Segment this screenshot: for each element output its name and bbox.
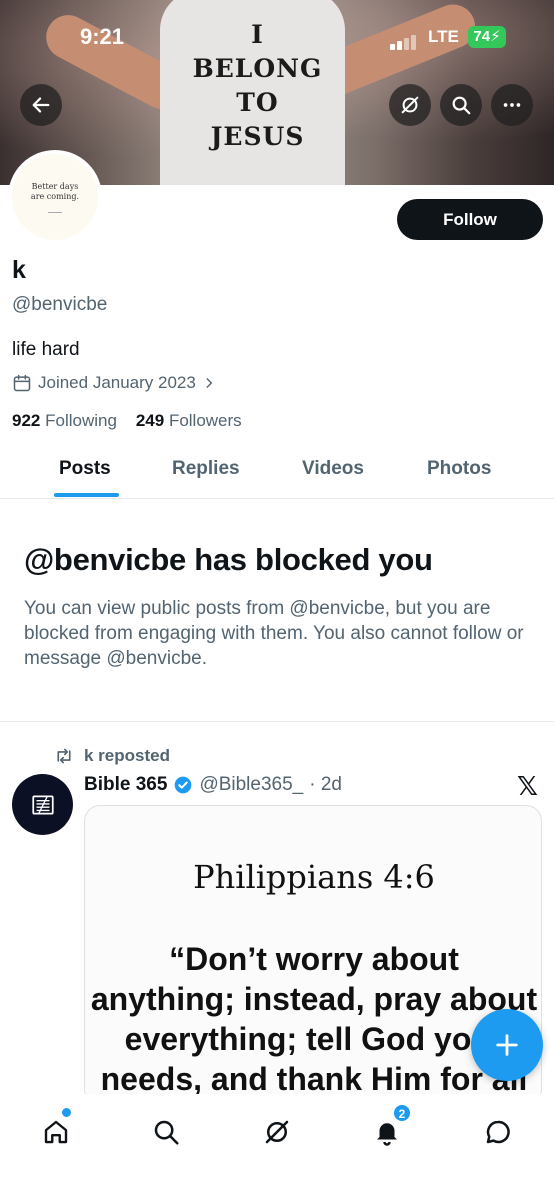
battery-icon: 74⚡ (468, 26, 506, 48)
profile-avatar[interactable]: Better days are coming. (8, 150, 102, 244)
shirt-line-3: TO (236, 88, 279, 117)
search-icon (452, 96, 471, 115)
image-verse-quote: “Don’t worry about anything; instead, pr… (85, 939, 541, 1099)
status-bar: 9:21 LTE 74⚡ (0, 22, 554, 56)
following-count: 922 (12, 411, 41, 430)
followers-label: Followers (168, 411, 242, 430)
tab-replies[interactable]: Replies (172, 458, 240, 480)
bell-icon (377, 1123, 397, 1146)
avatar-divider (48, 211, 62, 213)
tab-videos[interactable]: Videos (302, 458, 364, 480)
back-button[interactable] (20, 84, 62, 126)
follow-button[interactable]: Follow (397, 199, 543, 240)
verified-badge-icon (175, 776, 192, 794)
chat-bubble-icon (486, 1120, 510, 1144)
following-label: Following (45, 411, 117, 430)
home-icon (44, 1120, 68, 1144)
grok-icon (265, 1120, 289, 1144)
search-icon (154, 1120, 179, 1145)
profile-name: k (12, 256, 26, 284)
quote-line-2: anything; instead, pray about (90, 981, 538, 1017)
nav-grok[interactable] (257, 1112, 297, 1152)
repost-icon (57, 748, 71, 764)
chevron-right-icon (206, 378, 212, 388)
followers-link[interactable]: 249 Followers (136, 411, 242, 430)
nav-search[interactable] (146, 1112, 186, 1152)
avatar-text-line-1: Better days (31, 181, 79, 191)
post-header: Bible 365 @Bible365_ · 2d (84, 774, 342, 796)
more-icon (503, 103, 521, 107)
profile-tabs: Posts Replies Videos Photos (0, 446, 554, 499)
calendar-icon (13, 374, 31, 392)
followers-count: 249 (135, 411, 165, 430)
nav-home[interactable] (36, 1108, 76, 1152)
quote-line-1: “Don’t worry about (169, 941, 459, 977)
profile-handle: @benvicbe (12, 294, 108, 315)
active-tab-indicator (54, 493, 119, 497)
repost-label: k reposted (84, 746, 170, 765)
joined-label: Joined January 2023 (38, 373, 196, 392)
avatar-text-line-2: are coming. (30, 191, 80, 201)
signal-icon (390, 32, 418, 50)
shirt-line-2: BELONG (192, 54, 323, 83)
tab-photos[interactable]: Photos (427, 458, 491, 480)
battery-level: 74 (473, 28, 491, 45)
bottom-navigation: 2 (0, 1094, 554, 1200)
home-notification-dot (62, 1108, 71, 1117)
shirt-line-4: JESUS (210, 122, 305, 151)
follow-stats: 922 Following 249 Followers (12, 411, 242, 431)
following-link[interactable]: 922 Following (12, 411, 117, 430)
post-author-avatar[interactable] (12, 774, 73, 835)
image-verse-reference: Philippians 4:6 (193, 858, 435, 896)
blocked-title: @benvicbe has blocked you (24, 542, 433, 577)
blocked-description: You can view public posts from @benvicbe… (24, 598, 524, 669)
compose-button[interactable] (471, 1009, 543, 1081)
nav-messages[interactable] (478, 1112, 518, 1152)
section-divider (0, 721, 554, 722)
more-button[interactable] (491, 84, 533, 126)
post-time: · 2d (309, 774, 342, 795)
arrow-left-icon (32, 97, 50, 113)
search-button[interactable] (440, 84, 482, 126)
notifications-badge: 2 (393, 1104, 411, 1122)
post-author-name[interactable]: Bible 365 (84, 774, 167, 796)
nav-notifications[interactable]: 2 (367, 1104, 411, 1152)
repost-indicator[interactable]: k reposted (54, 746, 170, 766)
status-time: 9:21 (80, 24, 125, 49)
grok-button[interactable] (389, 84, 431, 126)
tab-posts[interactable]: Posts (59, 458, 111, 480)
joined-date[interactable]: Joined January 2023 (12, 373, 216, 393)
bible-logo-icon (31, 794, 54, 815)
post-author-handle[interactable]: @Bible365_ (199, 774, 303, 796)
plus-icon (496, 1034, 518, 1056)
grok-icon (401, 96, 419, 114)
x-logo-icon: 𝕏 (517, 772, 538, 802)
quote-line-4: needs, and thank Him for all (100, 1061, 528, 1097)
network-label: LTE (428, 27, 459, 46)
profile-bio: life hard (12, 339, 80, 360)
